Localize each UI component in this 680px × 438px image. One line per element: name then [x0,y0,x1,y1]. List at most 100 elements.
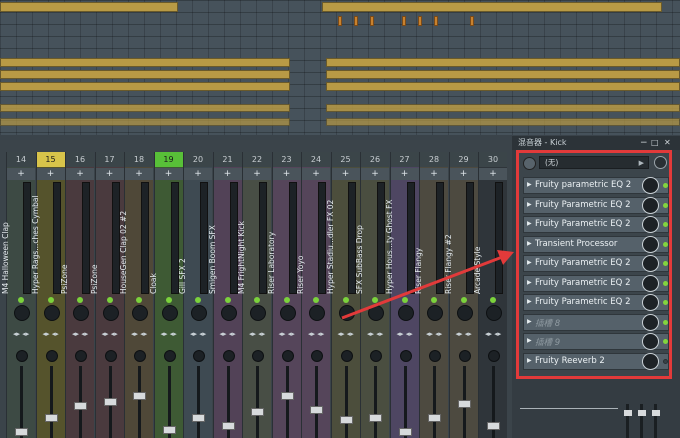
playlist-clip[interactable] [0,58,290,67]
playlist-clip[interactable] [338,16,342,26]
effect-slot-6[interactable]: ▶ Fruity Parametric EQ 2 [523,274,669,292]
slot-menu-icon[interactable]: ▶ [527,201,532,208]
volume-fader[interactable] [74,402,87,410]
slot-menu-icon[interactable]: ▶ [527,357,532,364]
track-enable-led[interactable] [136,297,142,303]
pan-knob[interactable] [132,305,148,321]
pan-knob[interactable] [338,305,355,321]
panel-titlebar[interactable]: 混音器 - Kick − □ ✕ [512,136,680,150]
slot-mix-knob[interactable] [642,333,659,350]
slot-menu-icon[interactable]: ▶ [527,279,532,286]
playlist-clip[interactable] [434,16,438,26]
mixer-track-30[interactable]: 30 + Arcade Style ◂▸ ◂▸ [473,152,507,438]
route-button[interactable]: + [125,168,153,180]
close-icon[interactable]: ✕ [664,136,671,150]
track-enable-led[interactable] [224,297,231,303]
playlist-area[interactable] [0,0,680,135]
track-enable-led[interactable] [47,297,54,303]
swap-arrows-icon[interactable]: ◂▸ ◂▸ [485,330,501,338]
volume-fader[interactable] [103,398,117,406]
track-enable-led[interactable] [283,297,290,303]
slot-enable-led[interactable] [663,202,668,208]
playlist-clip[interactable] [326,104,680,112]
effect-slot-7[interactable]: ▶ Fruity Parametric EQ 2 [523,294,669,311]
pan-knob[interactable] [368,305,384,321]
slot-mix-knob[interactable] [642,313,659,331]
track-enable-led[interactable] [401,297,408,303]
route-button[interactable]: + [95,168,124,180]
pan-knob[interactable] [220,305,237,321]
playlist-clip[interactable] [326,82,680,91]
volume-fader[interactable] [369,414,382,422]
route-button[interactable]: + [390,168,419,180]
panel-fader[interactable] [652,404,660,438]
pan-knob[interactable] [486,305,502,321]
slot-enable-led[interactable] [663,241,668,247]
stereo-knob[interactable] [45,350,58,362]
playlist-clip[interactable] [322,2,662,12]
pan-knob[interactable] [456,305,473,321]
swap-arrows-icon[interactable]: ◂▸ ◂▸ [131,330,147,338]
slot-mix-knob[interactable] [642,196,659,214]
effect-slot-5[interactable]: ▶ Fruity Parametric EQ 2 [523,255,669,272]
track-enable-led[interactable] [77,297,83,303]
slot-mix-knob[interactable] [642,255,659,272]
route-button[interactable]: + [272,168,301,180]
effect-slot-1[interactable]: ▶ Fruity parametric EQ 2 [523,177,669,194]
pan-knob[interactable] [102,305,119,321]
slot-mix-knob[interactable] [642,235,659,253]
swap-arrows-icon[interactable]: ◂▸ ◂▸ [367,330,383,338]
stereo-knob[interactable] [75,350,87,362]
swap-arrows-icon[interactable]: ◂▸ ◂▸ [190,330,206,338]
slot-enable-led[interactable] [663,261,668,266]
playlist-clip[interactable] [326,118,680,126]
volume-fader[interactable] [15,428,28,436]
track-enable-led[interactable] [18,297,24,303]
swap-arrows-icon[interactable]: ◂▸ ◂▸ [308,330,324,338]
slot-menu-icon[interactable]: ▶ [527,337,532,344]
volume-fader[interactable] [398,428,412,436]
stereo-knob[interactable] [134,350,146,362]
slot-mix-knob[interactable] [642,274,659,292]
swap-arrows-icon[interactable]: ◂▸ ◂▸ [220,330,236,338]
route-button[interactable]: + [36,168,65,180]
preset-select[interactable]: (无) ▶ [539,156,649,169]
playlist-clip[interactable] [326,70,680,79]
slot-menu-icon[interactable]: ▶ [527,240,532,247]
route-button[interactable]: + [154,168,183,180]
swap-arrows-icon[interactable]: ◂▸ ◂▸ [338,330,354,338]
track-enable-led[interactable] [106,297,113,303]
pan-knob[interactable] [309,305,325,321]
swap-arrows-icon[interactable]: ◂▸ ◂▸ [13,330,29,338]
volume-fader[interactable] [162,426,176,434]
pan-knob[interactable] [191,305,207,321]
playlist-clip[interactable] [470,16,474,26]
slot-menu-icon[interactable]: ▶ [527,318,532,325]
route-button[interactable]: + [184,168,212,180]
slot-mix-knob[interactable] [642,352,659,370]
slot-enable-led[interactable] [663,300,668,305]
pan-knob[interactable] [279,305,296,321]
slot-menu-icon[interactable]: ▶ [527,298,532,305]
route-button[interactable]: + [479,168,507,180]
route-button[interactable]: + [449,168,478,180]
swap-arrows-icon[interactable]: ◂▸ ◂▸ [249,330,265,338]
clock-icon[interactable] [654,156,667,169]
slot-enable-led[interactable] [663,222,668,227]
stereo-knob[interactable] [488,350,500,362]
playlist-clip[interactable] [0,104,290,112]
playlist-clip[interactable] [0,70,290,79]
stereo-knob[interactable] [163,350,176,362]
volume-fader[interactable] [428,414,441,422]
playlist-clip[interactable] [370,16,374,26]
stereo-knob[interactable] [193,350,205,362]
volume-fader[interactable] [221,422,235,430]
swap-arrows-icon[interactable]: ◂▸ ◂▸ [279,330,295,338]
slot-enable-led[interactable] [663,280,668,286]
track-enable-led[interactable] [254,297,260,303]
playlist-clip[interactable] [0,82,290,91]
route-button[interactable]: + [361,168,389,180]
slot-enable-led[interactable] [663,339,668,344]
pan-knob[interactable] [14,305,30,321]
swap-arrows-icon[interactable]: ◂▸ ◂▸ [397,330,413,338]
